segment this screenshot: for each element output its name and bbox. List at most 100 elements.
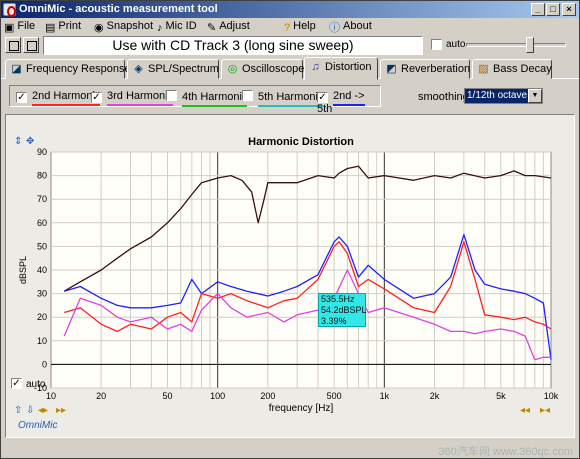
auto-level-label: auto bbox=[446, 39, 466, 50]
harmonic-3rd-toggle[interactable]: ✓ 3rd Harmonic bbox=[91, 90, 174, 106]
status-message: Use with CD Track 3 (long sine sweep) bbox=[43, 36, 423, 55]
smoothing-select[interactable]: 1/12th octave ▼ bbox=[464, 88, 543, 104]
distortion-icon: ♫ bbox=[311, 61, 320, 73]
app-window: OmniMic - acoustic measurement tool _ □ … bbox=[0, 0, 580, 459]
tooltip-frequency: 535.5Hz bbox=[321, 294, 355, 304]
x-tick-label: 10 bbox=[46, 391, 56, 401]
y-tick-label: 50 bbox=[37, 241, 47, 251]
y-tick-label: 10 bbox=[37, 336, 47, 346]
close-button[interactable]: × bbox=[562, 3, 576, 16]
harmonic-2nd-toggle[interactable]: ✓ 2nd Harmonic bbox=[16, 90, 101, 106]
chart-auto-label: auto bbox=[26, 379, 46, 390]
x-axis-label: frequency [Hz] bbox=[269, 403, 334, 414]
camera-icon: ◉ bbox=[94, 22, 104, 34]
minimize-button[interactable]: _ bbox=[531, 3, 545, 16]
menu-file[interactable]: ▣ File bbox=[4, 19, 35, 34]
tab-distortion[interactable]: ♫ Distortion bbox=[304, 57, 378, 80]
level-slider-thumb[interactable] bbox=[526, 37, 534, 53]
menu-adjust[interactable]: ✎ Adjust bbox=[207, 19, 250, 34]
y-tick-label: 0 bbox=[42, 359, 47, 369]
menu-print[interactable]: ▤ Print bbox=[45, 19, 81, 34]
y-tick-label: 80 bbox=[37, 171, 47, 181]
x-tick-label: 50 bbox=[162, 391, 172, 401]
harmonics-bar: ✓ 2nd Harmonic ✓ 3rd Harmonic 4th Harmonic… bbox=[5, 85, 575, 119]
frequency-icon: ◪ bbox=[11, 63, 22, 75]
harmonic-2nd-5th-checkbox[interactable]: ✓ bbox=[317, 92, 328, 103]
x-tick-label: 10k bbox=[544, 391, 559, 401]
mic-icon: ♪ bbox=[157, 22, 163, 34]
watermark: 360汽车网 www.360qc.com bbox=[438, 446, 574, 458]
harmonic-5th-checkbox[interactable] bbox=[242, 90, 253, 101]
omnimic-logo: OmniMic bbox=[18, 420, 58, 431]
chart-grid bbox=[50, 151, 552, 389]
title-bar: OmniMic - acoustic measurement tool _ □ … bbox=[1, 1, 579, 18]
bass-decay-icon: ▨ bbox=[478, 63, 489, 75]
x-tick-label: 2k bbox=[430, 391, 440, 401]
tab-frequency-response[interactable]: ◪ Frequency Response bbox=[5, 59, 131, 79]
chart-title: Harmonic Distortion bbox=[248, 136, 354, 148]
tooltip-level: 54.2dBSPL bbox=[321, 305, 367, 315]
harmonic-4th-toggle[interactable]: 4th Harmonic bbox=[166, 90, 248, 107]
print-icon: ▤ bbox=[45, 22, 56, 34]
menu-bar: ▣ File ▤ Print ◉ Snapshot ♪ Mic ID ✎ Adjust ?… bbox=[1, 18, 579, 34]
y-tick-label: 20 bbox=[37, 312, 47, 322]
play-button[interactable] bbox=[23, 37, 39, 53]
wand-icon: ✎ bbox=[207, 22, 217, 34]
tooltip-percent: 3.39% bbox=[321, 316, 347, 326]
status-bar: 360汽车网 www.360qc.com bbox=[1, 441, 579, 458]
window-title: OmniMic - acoustic measurement tool bbox=[19, 3, 218, 15]
chart-auto-checkbox[interactable]: ✓ bbox=[11, 378, 22, 389]
app-logo-icon bbox=[3, 3, 16, 17]
y-axis-label: dBSPL bbox=[18, 256, 28, 284]
pan-left-icon[interactable]: ◂◂ bbox=[520, 405, 530, 416]
smoothing-label: smoothing bbox=[418, 91, 469, 103]
chevron-down-icon[interactable]: ▼ bbox=[528, 89, 542, 103]
reverb-icon: ◩ bbox=[386, 63, 397, 75]
y-tick-label: 40 bbox=[37, 265, 47, 275]
level-slider-track[interactable] bbox=[466, 43, 566, 47]
save-icon: ▣ bbox=[4, 22, 15, 34]
y-tick-label: 30 bbox=[37, 289, 47, 299]
menu-snapshot[interactable]: ◉ Snapshot bbox=[94, 19, 153, 34]
maximize-button[interactable]: □ bbox=[546, 3, 560, 16]
x-tick-labels: 10 20 50 100 200 500 1k 2k 5k 10k bbox=[46, 391, 559, 401]
x-tick-label: 5k bbox=[496, 391, 506, 401]
info-icon: ⓘ bbox=[329, 22, 340, 34]
y-tick-label: 90 bbox=[37, 147, 47, 157]
y-tick-labels: -100102030405060708090 bbox=[34, 147, 47, 393]
auto-level-checkbox[interactable] bbox=[431, 39, 442, 50]
x-tick-label: 1k bbox=[380, 391, 390, 401]
tab-reverberation[interactable]: ◩ Reverberation bbox=[380, 59, 470, 79]
oscilloscope-icon: ◎ bbox=[227, 63, 238, 75]
harmonic-4th-checkbox[interactable] bbox=[166, 90, 177, 101]
step-left-icon[interactable]: ◂▸ bbox=[38, 405, 48, 416]
harmonic-selector: ✓ 2nd Harmonic ✓ 3rd Harmonic 4th Harmonic… bbox=[9, 85, 381, 119]
tab-oscilloscope[interactable]: ◎ Oscilloscope bbox=[221, 59, 304, 79]
menu-about[interactable]: ⓘ About bbox=[329, 19, 372, 34]
arrow-down-icon[interactable]: ⇩ bbox=[26, 405, 34, 416]
y-tick-label: 70 bbox=[37, 194, 47, 204]
harmonic-3rd-checkbox[interactable]: ✓ bbox=[91, 92, 102, 103]
pan-right-icon[interactable]: ▸◂ bbox=[540, 405, 550, 416]
tab-spl-spectrum[interactable]: ◈ SPL/Spectrum bbox=[127, 59, 219, 79]
menu-mic-id[interactable]: ♪ Mic ID bbox=[157, 19, 197, 34]
x-tick-label: 20 bbox=[96, 391, 106, 401]
x-tick-label: 200 bbox=[260, 391, 275, 401]
spectrum-icon: ◈ bbox=[134, 63, 143, 75]
harmonic-5th-toggle[interactable]: 5th Harmonic bbox=[242, 90, 324, 107]
step-right-icon[interactable]: ▸▸ bbox=[56, 405, 66, 416]
distortion-chart: -100102030405060708090 10 20 50 100 200 500 1k… bbox=[18, 136, 559, 414]
tab-bar: ◪ Frequency Response ◈ SPL/Spectrum ◎ Oscil… bbox=[1, 57, 579, 80]
cursor-tooltip: 535.5Hz 54.2dBSPL 3.39% bbox=[318, 293, 367, 327]
harmonic-2nd-5th-toggle[interactable]: ✓ 2nd -> 5th bbox=[317, 90, 380, 119]
harmonic-2nd-checkbox[interactable]: ✓ bbox=[16, 92, 27, 103]
stop-button[interactable] bbox=[5, 37, 21, 53]
menu-help[interactable]: ? Help bbox=[284, 19, 316, 34]
tab-bass-decay[interactable]: ▨ Bass Decay bbox=[472, 59, 552, 79]
x-tick-label: 500 bbox=[327, 391, 342, 401]
toolbar: Use with CD Track 3 (long sine sweep) au… bbox=[1, 34, 579, 56]
x-tick-label: 100 bbox=[210, 391, 225, 401]
y-tick-label: 60 bbox=[37, 218, 47, 228]
arrow-up-icon[interactable]: ⇧ bbox=[14, 405, 22, 416]
help-icon: ? bbox=[284, 22, 291, 34]
